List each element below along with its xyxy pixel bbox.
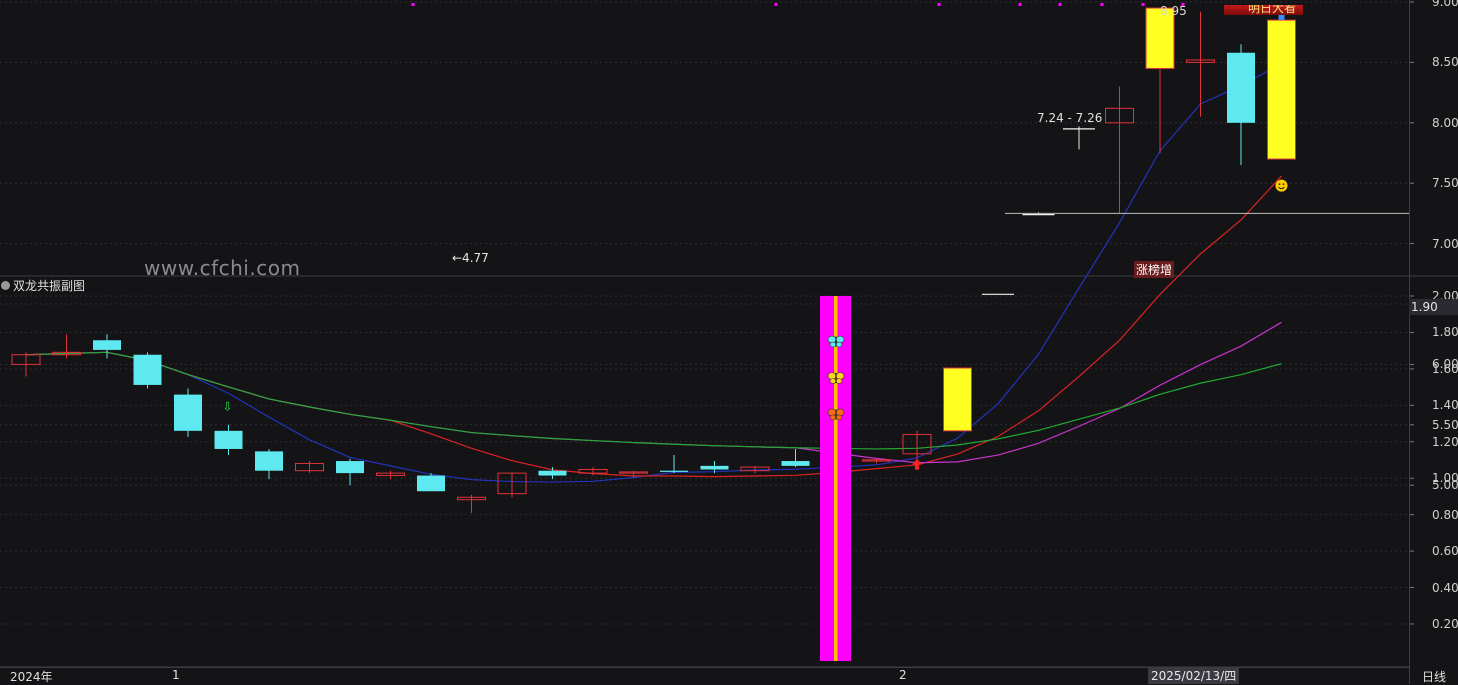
candle-body-down [214,430,243,449]
candle-body-down [255,451,283,471]
candle-body-down [93,340,121,350]
candle-body-limit-up [1267,19,1296,160]
candle [52,334,81,359]
ma20-line [25,321,1282,464]
candle [660,455,688,474]
sub-y-tick: 1.40 [1432,398,1458,413]
candle [11,352,41,377]
candle [174,388,202,437]
right-axis-divider [1409,0,1410,684]
candle-body-limit-up [943,367,972,432]
wing [835,341,843,348]
signal-dot [937,3,941,6]
signal-dot [1058,3,1062,6]
high-price-label: 8.95 [1160,4,1187,18]
candle [457,494,486,513]
current-value-badge: 1.90 [1409,299,1458,315]
main-y-tick: 5.50 [1432,417,1458,432]
candle [255,448,283,480]
sub-chart-title[interactable]: 双龙共振副图 [0,277,85,293]
candle-body-down [336,461,364,474]
signal-dot [1100,3,1104,6]
signal-dot [1141,3,1145,6]
smiley-eye [1278,183,1281,186]
smiley-face [1275,179,1288,192]
wing [829,414,837,421]
x-label-month-1: 1 [172,668,180,682]
period-selector[interactable]: 日线 [1422,668,1446,685]
candle [943,367,972,432]
sub-y-tick: 0.20 [1432,616,1458,631]
sub-y-tick: 1.60 [1432,361,1458,376]
candle [619,470,648,478]
candle [1227,44,1255,166]
candle [295,461,324,474]
watermark: www.cfchi.com [144,256,301,280]
x-label-month-2: 2 [899,668,907,682]
main-y-tick: 7.50 [1432,176,1458,191]
candle-body-down [660,470,688,472]
candle-body-down [174,394,202,431]
sub-y-tick: 0.80 [1432,507,1458,522]
butterfly-orange-icon [827,408,845,421]
up-arrow-icon [912,458,922,470]
candle [781,448,810,468]
candle [1145,7,1175,153]
signal-dot [411,3,415,6]
candle [902,430,932,459]
main-y-tick: 8.50 [1432,55,1458,70]
indicator-toggle-icon[interactable] [1,280,10,290]
ma40-line [25,351,1282,450]
candle [1105,86,1134,214]
smiley-icon [1275,179,1288,192]
x-label-year: 2024年 [10,670,53,684]
wing [829,378,837,384]
down-arrow-icon: ⇩ [223,399,233,413]
sub-y-tick: 0.40 [1432,580,1458,595]
range-label: 7.24 - 7.26 [1037,111,1103,125]
selected-date: 2025/02/13/四 [1148,668,1240,684]
signal-dot [1018,3,1022,6]
limit-up-badge: 明日大看涨 [1224,5,1303,15]
candle [1186,11,1215,117]
candle-body-down [417,475,445,492]
candle-body-down [1227,52,1255,123]
sub-y-tick: 1.20 [1432,434,1458,449]
main-y-tick: 9.00 [1432,0,1458,9]
main-y-tick: 7.00 [1432,236,1458,251]
wing [835,414,843,421]
chart-canvas[interactable]: ⇩ [0,0,1458,684]
signal-bar-line [834,296,838,661]
candle [1267,19,1296,160]
low-price-label: ←4.77 [452,251,489,265]
ma10-line [25,175,1282,478]
sub-y-tick: 1.00 [1432,471,1458,486]
candle-body-down [538,470,567,476]
signal-label: 涨榜增 [1134,261,1175,278]
candle [417,473,445,492]
wing [835,378,843,384]
butterfly-yellow-icon [827,372,845,384]
candle-body-down [781,461,810,466]
main-y-tick: 8.00 [1432,115,1458,130]
candle [336,458,364,486]
candle [1063,126,1095,150]
signal-dot [774,3,778,6]
candle-body-down [133,354,162,385]
wing [829,341,837,348]
smiley-eye [1282,183,1285,186]
candle [133,352,162,389]
sub-y-tick: 0.60 [1432,544,1458,559]
sub-chart [820,296,851,661]
candle [214,424,243,455]
sub-y-tick: 1.80 [1432,325,1458,340]
butterfly-cyan-icon [827,335,845,348]
candle-body-down [700,465,729,470]
candle [538,467,567,480]
